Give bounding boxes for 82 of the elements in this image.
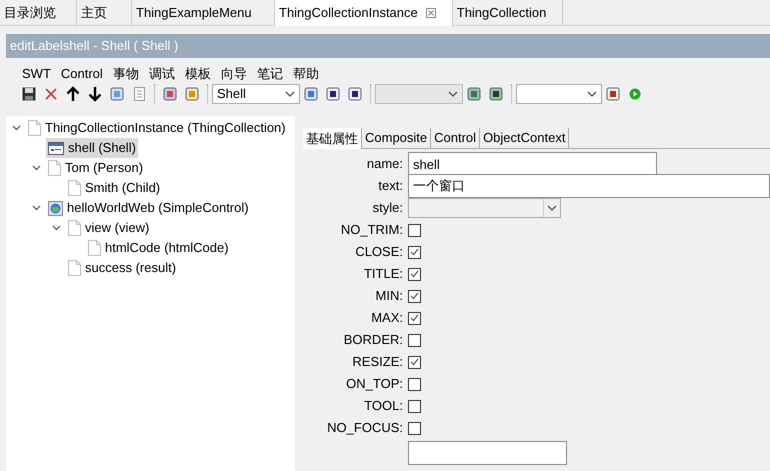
checkbox[interactable] [408,400,421,412]
text-field[interactable]: 一个窗口 [408,174,770,198]
menu-item[interactable]: 模板 [184,64,211,84]
checkbox[interactable] [408,268,421,280]
property-label: MAX: [370,309,403,328]
menu-item[interactable]: 帮助 [292,64,319,84]
check-icon [410,314,419,322]
expanded-icon[interactable] [32,205,40,211]
checkbox[interactable] [408,356,421,368]
text-field[interactable] [408,441,567,465]
tab-label: 主页 [81,4,107,22]
tab-label: ThingCollectionInstance [279,4,418,22]
property-label: NO_TRIM: [340,221,403,240]
property-label: MIN: [374,287,403,306]
check-icon [410,248,419,256]
document-icon [48,160,61,176]
checkbox[interactable] [408,312,421,324]
expanded-icon[interactable] [12,125,20,131]
tree-item[interactable]: Smith (Child) [66,178,162,198]
tab-label: ThingExampleMenu [136,4,252,22]
document-icon [68,180,81,196]
tab-label: 目录浏览 [4,4,56,22]
property-label: ON_TOP: [345,375,403,394]
chevron-down-icon [587,91,597,97]
property-tab[interactable]: 基础属性 [303,128,362,149]
tree-item-label: Smith (Child) [85,179,160,198]
checkbox[interactable] [408,422,421,434]
tree-item[interactable]: success (result) [66,258,178,278]
tree-item-label: success (result) [85,259,176,278]
check-icon [410,270,419,278]
chevron-down-icon [285,91,295,97]
property-label: CLOSE: [354,243,403,262]
property-label: text: [377,177,403,196]
window-icon [48,142,64,154]
close-icon[interactable] [426,8,436,18]
tree-item[interactable]: view (view) [66,218,152,238]
checkbox[interactable] [408,246,421,258]
checkbox[interactable] [408,378,421,390]
globe-icon [48,200,63,216]
property-label: RESIZE: [351,353,403,372]
type-combo[interactable]: Shell [212,84,300,104]
document-icon [28,120,41,136]
property-label: name: [366,155,403,174]
checkbox[interactable] [408,224,421,236]
property-tab[interactable]: Composite [362,128,432,148]
menu-item[interactable]: 笔记 [256,64,283,84]
property-label: BORDER: [342,331,403,350]
tree-item-label: shell (Shell) [68,139,136,158]
checkbox[interactable] [408,290,421,302]
tree-item-label: view (view) [85,219,150,238]
tree-item-label: Tom (Person) [65,159,144,178]
property-tab[interactable]: Control [431,128,480,148]
document-icon [68,220,81,236]
checkbox[interactable] [408,334,421,346]
menu-item[interactable]: 事物 [112,64,139,84]
property-tab[interactable]: ObjectContext [480,128,570,148]
check-icon [410,358,419,366]
tree-item[interactable]: helloWorldWeb (SimpleControl) [46,198,251,218]
tree-item-label: htmlCode (htmlCode) [105,239,229,258]
window-title: editLabelshell - Shell ( Shell ) [6,34,770,58]
tree-item[interactable]: htmlCode (htmlCode) [86,238,231,258]
document-icon [68,260,81,276]
tab-label: ThingCollection [456,4,546,22]
chevron-down-icon [547,205,557,211]
tree-item-label: helloWorldWeb (SimpleControl) [67,199,249,218]
menu-item[interactable]: Control [60,64,103,84]
menu-item[interactable]: 调试 [148,64,175,84]
property-label: TOOL: [363,397,403,416]
menu-item[interactable]: 向导 [220,64,247,84]
expanded-icon[interactable] [32,165,40,171]
menu-item[interactable]: SWT [22,64,51,84]
document-icon [88,240,101,256]
property-label: style: [372,199,403,218]
text-field[interactable]: shell [408,152,657,176]
tree-item[interactable]: shell (Shell) [46,138,138,158]
chevron-down-icon [448,91,458,97]
expanded-icon[interactable] [52,225,60,231]
property-label: TITLE: [362,265,403,284]
property-label: NO_FOCUS: [326,419,403,438]
editor-tab[interactable]: ThingCollectionInstance [275,0,453,26]
tree-item[interactable]: Tom (Person) [46,158,146,178]
check-icon [410,292,419,300]
